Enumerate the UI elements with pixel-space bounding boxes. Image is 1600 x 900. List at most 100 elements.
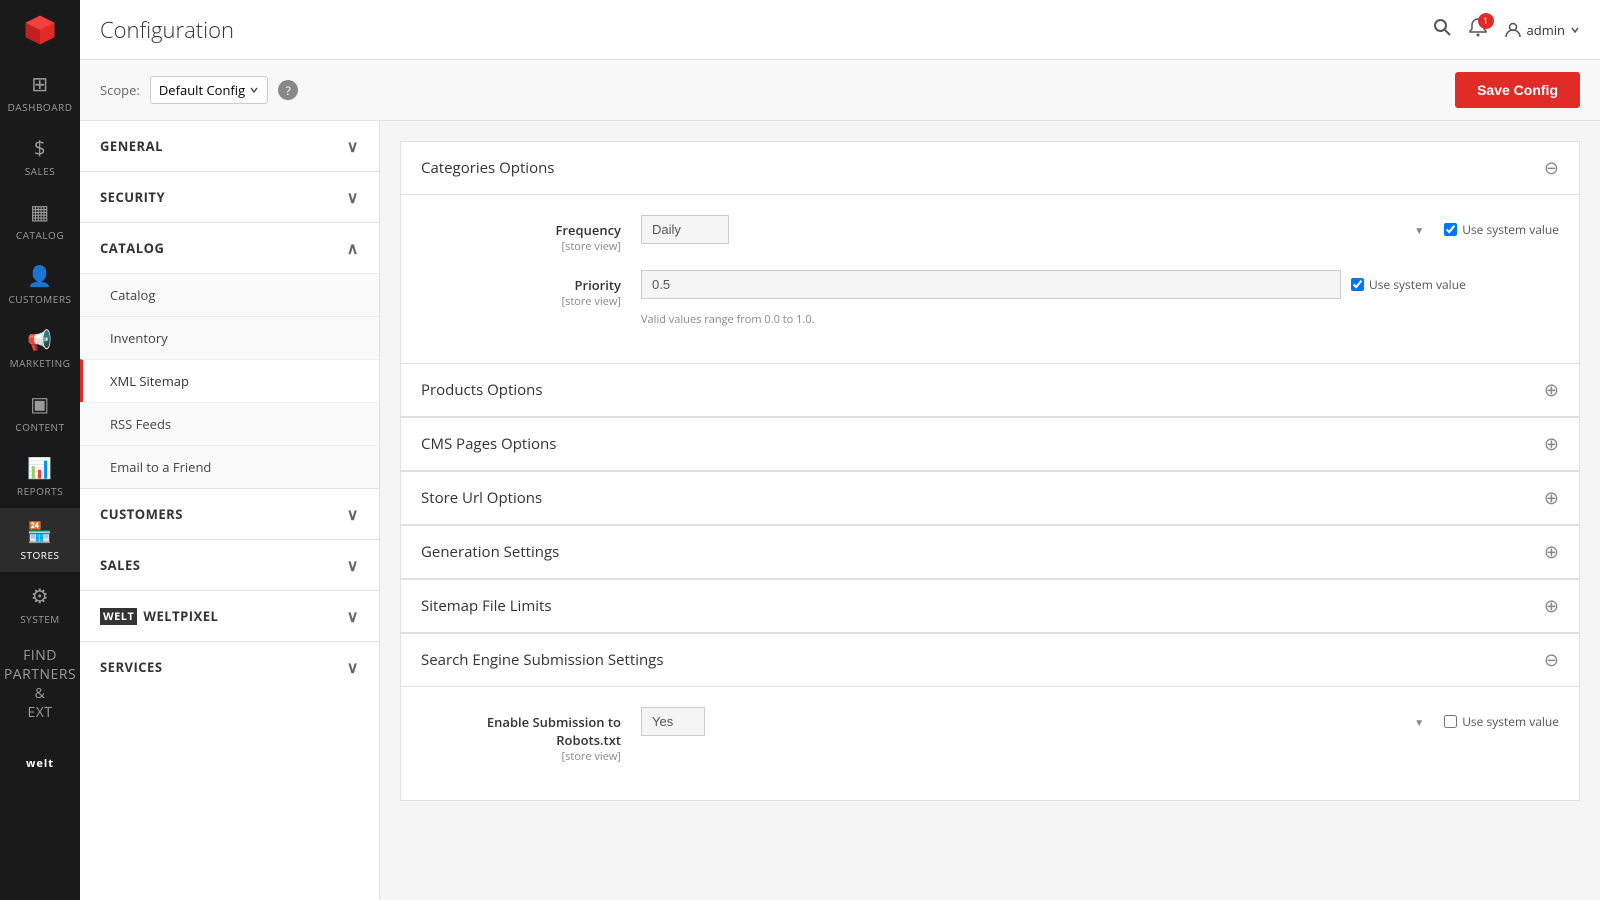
section-categories-header[interactable]: Categories Options ⊖: [401, 142, 1579, 195]
robots-txt-control: Yes No Use system value: [641, 707, 1559, 736]
nav-section-services-label: SERVICES: [100, 658, 163, 676]
section-cms-title: CMS Pages Options: [421, 434, 556, 454]
page-wrapper: Scope: Default Config ? Save Config GENE…: [80, 60, 1600, 900]
collapse-icon: ⊖: [1544, 156, 1559, 180]
sidebar-welt-logo: welt: [22, 743, 58, 781]
main-content: GENERAL ∨ SECURITY ∨ CATALOG ∧ Catalog I…: [80, 121, 1600, 900]
scope-bar: Scope: Default Config ? Save Config: [80, 60, 1600, 121]
customers-icon: 👤: [27, 262, 52, 289]
section-store-url-header[interactable]: Store Url Options ⊕: [401, 472, 1579, 525]
sales-icon: $: [34, 134, 46, 161]
priority-control: Use system value Valid values range from…: [641, 270, 1559, 327]
nav-section-customers[interactable]: CUSTOMERS ∨: [80, 488, 379, 539]
notifications-button[interactable]: 1: [1468, 17, 1488, 43]
scope-label: Scope:: [100, 81, 140, 99]
nav-section-catalog[interactable]: CATALOG ∧: [80, 222, 379, 273]
robots-txt-use-system-checkbox[interactable]: [1444, 715, 1457, 728]
section-categories-title: Categories Options: [421, 158, 554, 178]
chevron-down-icon: ∨: [347, 656, 359, 678]
reports-icon: 📊: [27, 454, 52, 481]
nav-item-catalog[interactable]: Catalog: [80, 273, 379, 316]
nav-sub-items-catalog: Catalog Inventory XML Sitemap RSS Feeds …: [80, 273, 379, 488]
partners-icon: FINDPARTNERS&EXT: [4, 646, 76, 722]
logo[interactable]: [0, 0, 80, 60]
section-products-header[interactable]: Products Options ⊕: [401, 364, 1579, 417]
robots-txt-select[interactable]: Yes No: [641, 707, 705, 736]
sidebar-item-label: STORES: [21, 548, 60, 562]
priority-label: Priority [store view]: [421, 270, 641, 309]
sidebar-item-label: CATALOG: [16, 228, 64, 242]
dashboard-icon: ⊞: [31, 70, 48, 97]
sidebar-item-label: CONTENT: [15, 420, 64, 434]
robots-txt-label: Enable Submission to Robots.txt [store v…: [421, 707, 641, 764]
nav-item-rss-feeds[interactable]: RSS Feeds: [80, 402, 379, 445]
nav-section-sales[interactable]: SALES ∨: [80, 539, 379, 590]
priority-hint: Valid values range from 0.0 to 1.0.: [641, 312, 815, 327]
admin-menu-button[interactable]: admin: [1504, 21, 1580, 39]
sidebar-item-dashboard[interactable]: ⊞ DASHBOARD: [0, 60, 80, 124]
expand-icon: ⊕: [1544, 594, 1559, 618]
nav-section-sales-label: SALES: [100, 556, 140, 574]
section-generation-header[interactable]: Generation Settings ⊕: [401, 526, 1579, 579]
chevron-down-icon: ∨: [347, 186, 359, 208]
priority-use-system-value[interactable]: Use system value: [1351, 276, 1466, 293]
sidebar-item-stores[interactable]: 🏪 STORES: [0, 508, 80, 572]
section-products-title: Products Options: [421, 380, 542, 400]
right-panel: Categories Options ⊖ Frequency [store vi…: [380, 121, 1600, 900]
nav-item-email-to-friend[interactable]: Email to a Friend: [80, 445, 379, 488]
sidebar-item-label: MARKETING: [10, 356, 71, 370]
robots-txt-use-system-value[interactable]: Use system value: [1444, 713, 1559, 730]
search-button[interactable]: [1432, 17, 1452, 43]
nav-section-weltpixel[interactable]: welt WELTPIXEL ∨: [80, 590, 379, 641]
sidebar-item-sales[interactable]: $ SALES: [0, 124, 80, 188]
page-title: Configuration: [100, 15, 1432, 45]
help-button[interactable]: ?: [278, 80, 298, 100]
nav-item-xml-sitemap[interactable]: XML Sitemap: [80, 359, 379, 402]
scope-selector[interactable]: Default Config: [150, 76, 268, 104]
chevron-down-icon: ∨: [347, 605, 359, 627]
section-generation-settings: Generation Settings ⊕: [400, 526, 1580, 580]
nav-section-customers-label: CUSTOMERS: [100, 505, 183, 523]
nav-item-inventory[interactable]: Inventory: [80, 316, 379, 359]
section-search-engine-header[interactable]: Search Engine Submission Settings ⊖: [401, 634, 1579, 687]
sidebar-item-catalog[interactable]: ▦ CATALOG: [0, 188, 80, 252]
priority-input[interactable]: [641, 270, 1341, 299]
save-config-button[interactable]: Save Config: [1455, 72, 1580, 108]
sidebar-item-content[interactable]: ▣ CONTENT: [0, 380, 80, 444]
sidebar-item-label: REPORTS: [17, 484, 63, 498]
section-cms-header[interactable]: CMS Pages Options ⊕: [401, 418, 1579, 471]
section-products-options: Products Options ⊕: [400, 364, 1580, 418]
expand-icon: ⊕: [1544, 378, 1559, 402]
notification-badge: 1: [1478, 13, 1494, 29]
sidebar-item-marketing[interactable]: 📢 MARKETING: [0, 316, 80, 380]
sidebar-item-reports[interactable]: 📊 REPORTS: [0, 444, 80, 508]
priority-use-system-checkbox[interactable]: [1351, 278, 1364, 291]
sidebar-item-find-partners[interactable]: FINDPARTNERS&EXT: [0, 636, 80, 735]
sidebar: ⊞ DASHBOARD $ SALES ▦ CATALOG 👤 CUSTOMER…: [0, 0, 80, 900]
sidebar-item-customers[interactable]: 👤 CUSTOMERS: [0, 252, 80, 316]
section-sitemap-header[interactable]: Sitemap File Limits ⊕: [401, 580, 1579, 633]
frequency-use-system-checkbox[interactable]: [1444, 223, 1457, 236]
topbar: Configuration 1 admin: [80, 0, 1600, 60]
sidebar-item-system[interactable]: ⚙ SYSTEM: [0, 572, 80, 636]
main-area: Configuration 1 admin Scope: Default Con…: [80, 0, 1600, 900]
section-store-url: Store Url Options ⊕: [400, 472, 1580, 526]
nav-section-general[interactable]: GENERAL ∨: [80, 121, 379, 171]
nav-section-weltpixel-label: WELTPIXEL: [143, 607, 218, 625]
expand-icon: ⊕: [1544, 486, 1559, 510]
sidebar-item-label: CUSTOMERS: [8, 292, 71, 306]
nav-section-security[interactable]: SECURITY ∨: [80, 171, 379, 222]
section-sitemap-title: Sitemap File Limits: [421, 596, 552, 616]
section-categories-body: Frequency [store view] Always Hourly Dai…: [401, 195, 1579, 363]
robots-txt-row: Enable Submission to Robots.txt [store v…: [421, 707, 1559, 764]
sidebar-item-label: SALES: [25, 164, 56, 178]
frequency-use-system-value[interactable]: Use system value: [1444, 221, 1559, 238]
nav-section-services[interactable]: SERVICES ∨: [80, 641, 379, 692]
scope-value: Default Config: [159, 81, 245, 99]
priority-row: Priority [store view] Use system value: [421, 270, 1559, 327]
chevron-down-icon: ∨: [347, 135, 359, 157]
section-sitemap-file-limits: Sitemap File Limits ⊕: [400, 580, 1580, 634]
frequency-select[interactable]: Always Hourly Daily Weekly Monthly Yearl…: [641, 215, 729, 244]
section-search-engine-body: Enable Submission to Robots.txt [store v…: [401, 687, 1579, 800]
section-store-url-title: Store Url Options: [421, 488, 542, 508]
